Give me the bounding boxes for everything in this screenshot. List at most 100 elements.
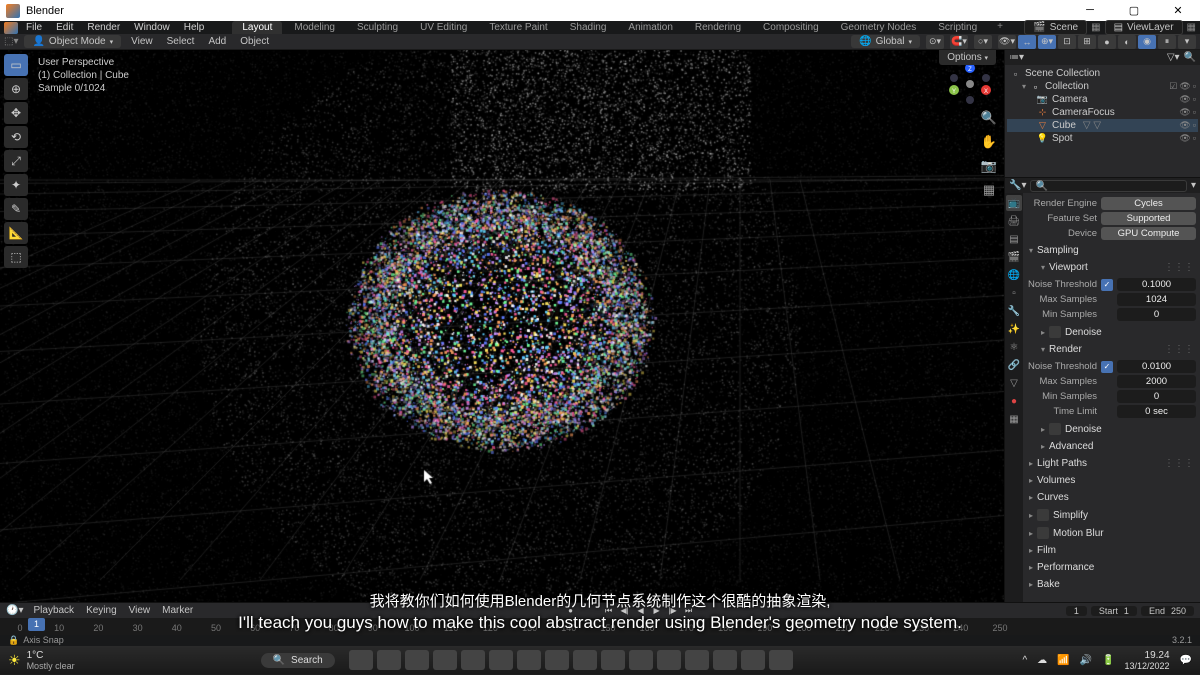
render-engine-dropdown[interactable]: Cycles	[1101, 197, 1196, 210]
tray-wifi-icon[interactable]: 📶	[1057, 655, 1069, 666]
tab-animation[interactable]: Animation	[618, 21, 682, 34]
taskbar-weather[interactable]: ☀ 1°C Mostly clear	[8, 650, 75, 671]
properties-editor-icon[interactable]: 🔧▾	[1009, 180, 1026, 191]
play-reverse-icon[interactable]: ◀	[634, 605, 648, 617]
render-props-tab-icon[interactable]: 📺	[1006, 195, 1022, 211]
solid-shading-icon[interactable]: ●	[1098, 35, 1116, 49]
viewlayer-browse-icon[interactable]: ▦	[1187, 22, 1196, 33]
annotate-tool[interactable]: ✎	[4, 198, 28, 220]
menu-file[interactable]: File	[20, 22, 48, 33]
rd-noisethresh-field[interactable]: 0.0100	[1117, 360, 1196, 373]
select-box-tool[interactable]: ▭	[4, 54, 28, 76]
rotate-tool[interactable]: ⟲	[4, 126, 28, 148]
current-frame-field[interactable]: 1	[1066, 606, 1087, 616]
scene-selector[interactable]: 🎬Scene	[1024, 20, 1087, 35]
timeline-menu-marker[interactable]: Marker	[162, 605, 193, 616]
texture-props-tab-icon[interactable]: ▦	[1006, 411, 1022, 427]
taskbar-app-icon[interactable]	[545, 650, 569, 670]
play-icon[interactable]: ▶	[650, 605, 664, 617]
rendered-shading-icon[interactable]: ◉	[1138, 35, 1156, 49]
taskbar-app-icon[interactable]	[517, 650, 541, 670]
visibility-icon[interactable]: 👁▾	[998, 35, 1016, 49]
start-frame-field[interactable]: Start1	[1091, 606, 1137, 616]
taskbar-app-icon[interactable]	[769, 650, 793, 670]
section-motion-blur[interactable]: ▸Motion Blur	[1027, 524, 1196, 542]
outliner-search-icon[interactable]: 🔍	[1184, 52, 1196, 63]
pause-render-icon[interactable]: ⏸	[1158, 35, 1176, 49]
tray-battery-icon[interactable]: 🔋	[1102, 655, 1114, 666]
outliner-filter-icon[interactable]: ▽▾	[1167, 52, 1180, 63]
outliner-editor-icon[interactable]: ≔▾	[1009, 52, 1024, 63]
jump-prev-key-icon[interactable]: ◀|	[618, 605, 632, 617]
tree-collection[interactable]: ▾▫Collection☑👁▫	[1007, 80, 1198, 93]
proportional-edit-icon[interactable]: ○▾	[974, 35, 992, 49]
viewlayer-selector[interactable]: ▤ViewLayer	[1105, 20, 1183, 35]
section-render[interactable]: ▾Render⋮⋮⋮	[1027, 341, 1196, 358]
add-workspace-button[interactable]: +	[989, 21, 1011, 34]
header-menu-select[interactable]: Select	[163, 36, 199, 47]
tree-scene-collection[interactable]: ▫Scene Collection	[1007, 67, 1198, 80]
camera-view-icon[interactable]: 📷	[980, 158, 998, 176]
tray-chevron-icon[interactable]: ^	[1022, 655, 1027, 666]
minimize-button[interactable]: ─	[1074, 4, 1106, 17]
particle-props-tab-icon[interactable]: ✨	[1006, 321, 1022, 337]
mesh-props-tab-icon[interactable]: ▽	[1006, 375, 1022, 391]
tree-item-spot[interactable]: 💡Spot👁▫	[1007, 132, 1198, 145]
taskbar-app-icon[interactable]	[573, 650, 597, 670]
menu-edit[interactable]: Edit	[50, 22, 79, 33]
header-menu-view[interactable]: View	[127, 36, 157, 47]
header-menu-object[interactable]: Object	[236, 36, 273, 47]
constraint-props-tab-icon[interactable]: 🔗	[1006, 357, 1022, 373]
jump-first-icon[interactable]: ⏮	[602, 605, 616, 617]
scene-browse-icon[interactable]: ▦	[1091, 22, 1100, 33]
measure-tool[interactable]: 📐	[4, 222, 28, 244]
properties-options-icon[interactable]: ▾	[1191, 180, 1196, 191]
jump-last-icon[interactable]: ⏭	[682, 605, 696, 617]
matprev-shading-icon[interactable]: ◐	[1118, 35, 1136, 49]
close-button[interactable]: ✕	[1162, 4, 1194, 17]
shading-options-icon[interactable]: ▾	[1178, 35, 1196, 49]
tab-layout[interactable]: Layout	[232, 21, 282, 34]
section-rd-denoise[interactable]: ▸Denoise	[1027, 420, 1196, 438]
section-sampling[interactable]: ▾Sampling	[1027, 242, 1196, 259]
tab-rendering[interactable]: Rendering	[685, 21, 751, 34]
timeline-editor-icon[interactable]: 🕐▾	[6, 605, 23, 616]
editor-type-icon[interactable]: ⬚▾	[4, 36, 18, 47]
taskbar-app-icon[interactable]	[489, 650, 513, 670]
perspective-toggle-icon[interactable]: ▦	[980, 182, 998, 200]
scale-tool[interactable]: ⤢	[4, 150, 28, 172]
tab-shading[interactable]: Shading	[560, 21, 617, 34]
cursor-tool[interactable]: ⊕	[4, 78, 28, 100]
timeline-menu-keying[interactable]: Keying	[86, 605, 117, 616]
taskbar-app-icon[interactable]	[405, 650, 429, 670]
vp-minsamples-field[interactable]: 0	[1117, 308, 1196, 321]
section-simplify[interactable]: ▸Simplify	[1027, 506, 1196, 524]
taskbar-app-icon[interactable]	[629, 650, 653, 670]
object-props-tab-icon[interactable]: ▫	[1006, 285, 1022, 301]
timeline-menu-playback[interactable]: Playback	[33, 605, 74, 616]
output-props-tab-icon[interactable]: 🖨	[1006, 213, 1022, 229]
viewport-canvas[interactable]	[0, 50, 1004, 602]
mode-dropdown[interactable]: 👤Object Mode▾	[24, 35, 121, 48]
move-tool[interactable]: ✥	[4, 102, 28, 124]
vp-maxsamples-field[interactable]: 1024	[1117, 293, 1196, 306]
autokeying-icon[interactable]: ●	[564, 605, 578, 617]
tree-item-camera[interactable]: 📷Camera👁▫	[1007, 93, 1198, 106]
pivot-icon[interactable]: ⊙▾	[926, 35, 944, 49]
device-dropdown[interactable]: GPU Compute	[1101, 227, 1196, 240]
section-performance[interactable]: ▸Performance	[1027, 559, 1196, 576]
section-viewport[interactable]: ▾Viewport⋮⋮⋮	[1027, 259, 1196, 276]
featureset-dropdown[interactable]: Supported	[1101, 212, 1196, 225]
wireframe-shading-icon[interactable]: ⊞	[1078, 35, 1096, 49]
section-curves[interactable]: ▸Curves	[1027, 489, 1196, 506]
viewlayer-props-tab-icon[interactable]: ▤	[1006, 231, 1022, 247]
section-bake[interactable]: ▸Bake	[1027, 576, 1196, 593]
properties-body[interactable]: Render EngineCycles Feature SetSupported…	[1023, 193, 1200, 602]
section-advanced[interactable]: ▸Advanced	[1027, 438, 1196, 455]
tray-volume-icon[interactable]: 🔊	[1080, 655, 1092, 666]
vp-noisethresh-check[interactable]: ✓	[1101, 279, 1113, 291]
snap-icon[interactable]: 🧲▾	[950, 35, 968, 49]
3d-viewport[interactable]: Options ▾ ▭ ⊕ ✥ ⟲ ⤢ ✦ ✎ 📐 ⬚ User Perspec…	[0, 50, 1004, 602]
transform-tool[interactable]: ✦	[4, 174, 28, 196]
section-light-paths[interactable]: ▸Light Paths⋮⋮⋮	[1027, 455, 1196, 472]
